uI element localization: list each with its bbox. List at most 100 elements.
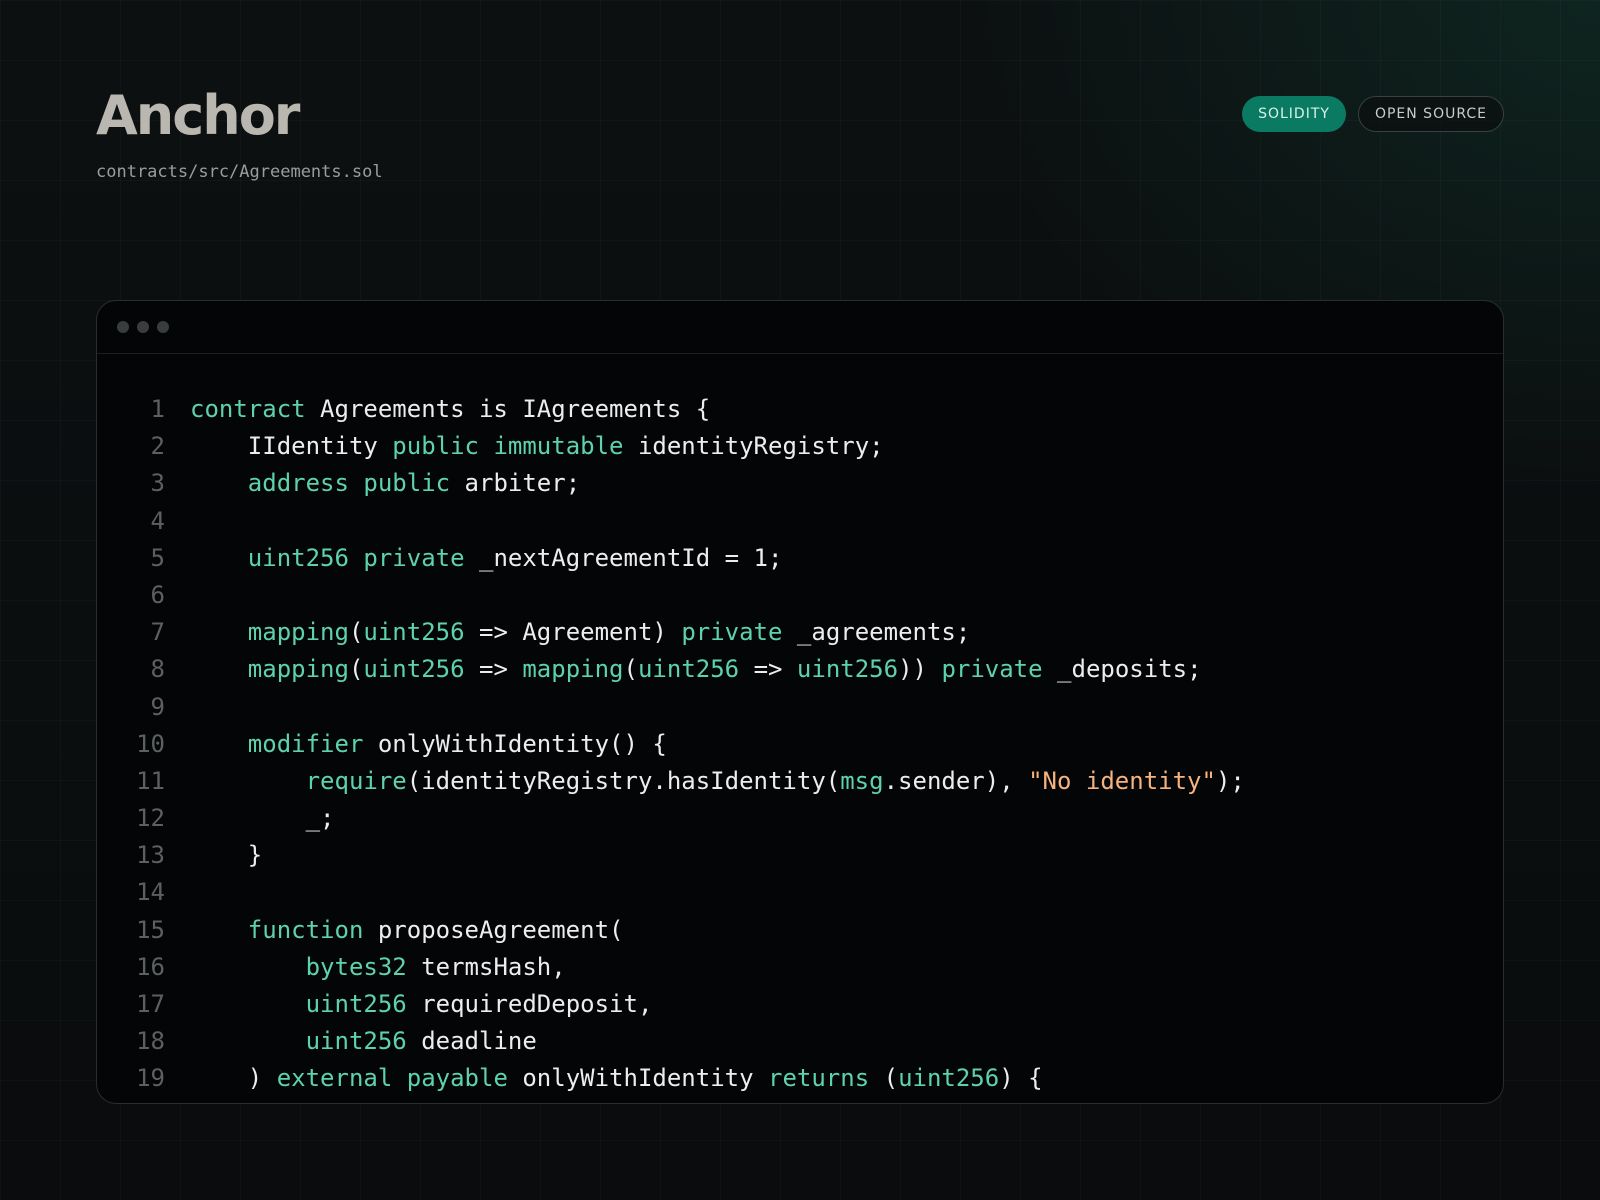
code-token: deadline bbox=[406, 1027, 537, 1056]
line-number: 1 bbox=[150, 395, 165, 423]
line-number: 16 bbox=[136, 952, 165, 981]
line-number: 19 bbox=[136, 1064, 165, 1093]
code-keyword: function bbox=[247, 915, 364, 944]
code-line: 16 bytes32 termsHash, bbox=[97, 949, 1503, 986]
code-line: 12 _; bbox=[97, 800, 1503, 837]
code-token: } bbox=[190, 841, 263, 870]
code-token: proposeAgreement( bbox=[363, 915, 624, 944]
code-keyword: uint256 bbox=[898, 1064, 1000, 1093]
line-number: 5 bbox=[150, 543, 165, 572]
code-keyword: mapping bbox=[247, 655, 349, 684]
code-keyword: contract bbox=[190, 395, 306, 423]
code-text: ) external payable onlyWithIdentity retu… bbox=[165, 1060, 1043, 1097]
line-number: 2 bbox=[150, 432, 165, 461]
code-text: uint256 requiredDeposit, bbox=[165, 986, 653, 1023]
code-token: identityRegistry; bbox=[623, 432, 884, 461]
code-keyword: external bbox=[276, 1064, 393, 1093]
line-number: 18 bbox=[136, 1027, 165, 1056]
page-header: Anchor contracts/src/Agreements.sol bbox=[96, 84, 383, 182]
code-token: requiredDeposit, bbox=[406, 990, 653, 1018]
code-token: _nextAgreementId = 1; bbox=[464, 543, 783, 572]
window-titlebar bbox=[97, 301, 1503, 354]
line-number: 13 bbox=[136, 841, 165, 870]
code-text: uint256 deadline bbox=[165, 1023, 537, 1060]
code-keyword: bytes32 bbox=[305, 952, 407, 981]
code-body: 1 contract Agreements is IAgreements {2 I… bbox=[97, 354, 1503, 1098]
code-line: 17 uint256 requiredDeposit, bbox=[97, 986, 1503, 1023]
code-line: 14 bbox=[97, 874, 1503, 911]
code-line: 6 bbox=[97, 577, 1503, 614]
code-token: ( bbox=[348, 618, 364, 647]
code-keyword: uint256 bbox=[363, 655, 465, 684]
code-token: ( bbox=[623, 655, 638, 684]
code-line: 15 function proposeAgreement( bbox=[97, 912, 1503, 949]
code-text: function proposeAgreement( bbox=[165, 912, 624, 949]
code-token: ); bbox=[1215, 766, 1245, 795]
code-line: 3 address public arbiter; bbox=[97, 465, 1503, 502]
code-keyword: public bbox=[392, 432, 479, 461]
code-text: IIdentity public immutable identityRegis… bbox=[165, 428, 884, 465]
code-text: _; bbox=[165, 800, 335, 837]
code-line: 1 contract Agreements is IAgreements { bbox=[97, 391, 1503, 428]
line-number: 14 bbox=[136, 878, 165, 907]
code-token: arbiter; bbox=[450, 469, 581, 498]
code-keyword: mapping bbox=[247, 618, 349, 647]
code-text: modifier onlyWithIdentity() { bbox=[165, 726, 667, 763]
window-close-dot[interactable] bbox=[117, 321, 129, 333]
code-text: } bbox=[165, 837, 262, 874]
license-badge: OPEN SOURCE bbox=[1357, 96, 1504, 132]
code-keyword: uint256 bbox=[363, 618, 465, 647]
code-keyword: payable bbox=[406, 1064, 508, 1093]
line-number: 10 bbox=[136, 729, 165, 758]
code-line: 4 bbox=[97, 503, 1503, 540]
code-token: IIdentity bbox=[190, 432, 393, 461]
code-token: )) bbox=[898, 655, 942, 684]
window-maximize-dot[interactable] bbox=[157, 321, 169, 333]
code-text: contract Agreements is IAgreements { bbox=[165, 391, 710, 428]
code-line: 7 mapping(uint256 => Agreement) private … bbox=[97, 614, 1503, 651]
code-keyword: public bbox=[363, 469, 451, 498]
code-token: onlyWithIdentity() { bbox=[363, 729, 667, 758]
line-number: 8 bbox=[150, 655, 165, 684]
code-text: uint256 private _nextAgreementId = 1; bbox=[165, 540, 783, 577]
code-line: 5 uint256 private _nextAgreementId = 1; bbox=[97, 540, 1503, 577]
code-token: onlyWithIdentity bbox=[507, 1064, 768, 1093]
code-keyword: returns bbox=[768, 1064, 870, 1093]
code-token: ) { bbox=[999, 1064, 1043, 1093]
code-window: 1 contract Agreements is IAgreements {2 I… bbox=[96, 300, 1504, 1104]
file-path: contracts/src/Agreements.sol bbox=[96, 162, 383, 182]
code-keyword: modifier bbox=[247, 729, 364, 758]
code-token: => bbox=[739, 655, 797, 684]
line-number: 17 bbox=[136, 990, 165, 1018]
code-keyword: private bbox=[681, 618, 783, 647]
code-line: 19 ) external payable onlyWithIdentity r… bbox=[97, 1060, 1503, 1097]
code-keyword: private bbox=[941, 655, 1043, 684]
code-keyword: mapping bbox=[522, 655, 624, 684]
code-line: 8 mapping(uint256 => mapping(uint256 => … bbox=[97, 651, 1503, 688]
window-minimize-dot[interactable] bbox=[137, 321, 149, 333]
line-number: 7 bbox=[150, 618, 165, 647]
code-token: => Agreement) bbox=[464, 618, 682, 647]
code-token: ( bbox=[869, 1064, 899, 1093]
code-token: (identityRegistry.hasIdentity( bbox=[406, 766, 841, 795]
code-token: Agreements is IAgreements { bbox=[305, 395, 711, 423]
line-number: 3 bbox=[150, 469, 165, 498]
line-number: 9 bbox=[150, 692, 165, 721]
line-number: 15 bbox=[136, 915, 165, 944]
